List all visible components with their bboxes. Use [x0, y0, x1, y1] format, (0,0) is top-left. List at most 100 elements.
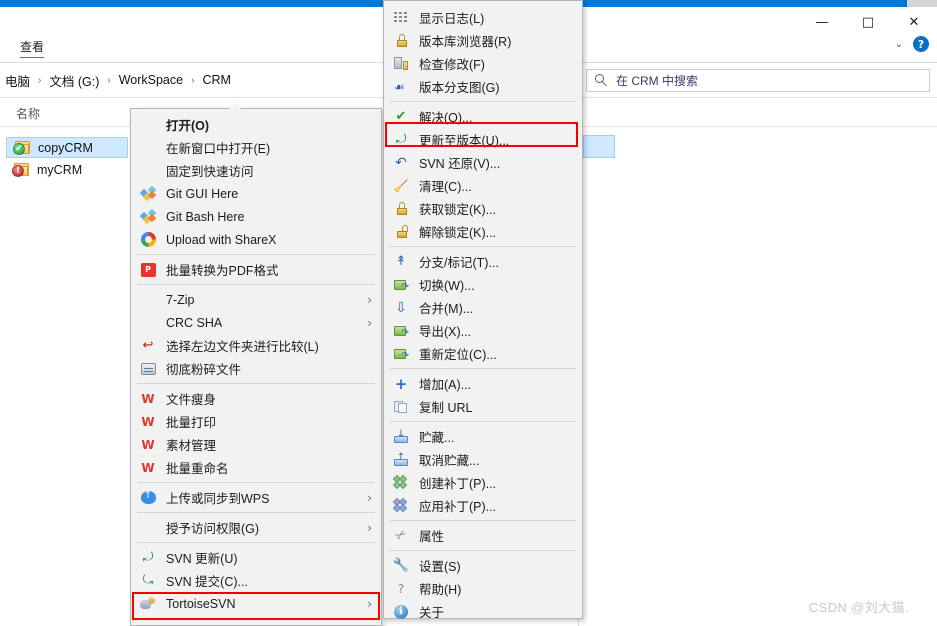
- menu-separator: [390, 520, 576, 521]
- no-icon: [139, 315, 157, 331]
- wps-icon: W: [141, 414, 155, 429]
- submenu-item-update-to-revision[interactable]: ⤾ 更新至版本(U)...: [384, 128, 582, 151]
- menu-item-label: 彻底粉碎文件: [166, 363, 242, 377]
- submenu-item-apply-patch[interactable]: 应用补丁(P)...: [384, 494, 582, 517]
- pdf-icon: P: [139, 262, 157, 278]
- menu-item-select-left-folder-compare[interactable]: ↩ 选择左边文件夹进行比较(L): [131, 334, 381, 357]
- repo-browser-icon: [392, 33, 410, 49]
- menu-item-file-slim[interactable]: W 文件瘦身: [131, 387, 381, 410]
- breadcrumb-item-2[interactable]: WorkSpace: [114, 73, 188, 87]
- submenu-item-about[interactable]: i 关于: [384, 600, 582, 623]
- branch-tag-icon: ↟: [395, 254, 407, 269]
- submenu-item-help[interactable]: ? 帮助(H): [384, 577, 582, 600]
- submenu-item-release-lock[interactable]: 解除锁定(K)...: [384, 220, 582, 243]
- tortoisesvn-submenu: 显示日志(L) 版本库浏览器(R) 检查修改(F) ☙ 版本分支图(G) ✔ 解…: [383, 0, 583, 620]
- submenu-item-branch-tag[interactable]: ↟ 分支/标记(T)...: [384, 250, 582, 273]
- about-icon: i: [392, 604, 410, 620]
- submenu-item-create-patch[interactable]: 创建补丁(P)...: [384, 471, 582, 494]
- menu-item-convert-to-pdf[interactable]: P 批量转换为PDF格式: [131, 258, 381, 281]
- submenu-item-cleanup[interactable]: 🧹 清理(C)...: [384, 174, 582, 197]
- menu-item-label: 切换(W)...: [419, 279, 475, 293]
- no-icon: [139, 140, 157, 156]
- add-icon: +: [394, 374, 408, 393]
- wps-icon: W: [141, 437, 155, 452]
- menu-item-svn-commit[interactable]: ⤿ SVN 提交(C)...: [131, 569, 381, 592]
- git-icon: [139, 185, 157, 202]
- submenu-item-repo-browser[interactable]: 版本库浏览器(R): [384, 29, 582, 52]
- menu-item-label: 清理(C)...: [419, 180, 472, 194]
- submenu-item-revision-graph[interactable]: ☙ 版本分支图(G): [384, 75, 582, 98]
- submenu-item-add[interactable]: + 增加(A)...: [384, 372, 582, 395]
- menu-item-batch-print[interactable]: W 批量打印: [131, 410, 381, 433]
- svn-status-ok-icon: ✔: [13, 142, 25, 155]
- breadcrumb: 电脑 › 文档 (G:) › WorkSpace › CRM: [0, 63, 236, 97]
- menu-item-label: 增加(A)...: [419, 378, 472, 392]
- no-icon: [139, 292, 157, 308]
- menu-item-label: 属性: [419, 530, 445, 544]
- menu-item-label: 复制 URL: [419, 401, 473, 415]
- menu-item-grant-access[interactable]: 授予访问权限(G) ›: [131, 516, 381, 539]
- breadcrumb-item-1[interactable]: 文档 (G:): [44, 71, 104, 90]
- menu-item-label: 在新窗口中打开(E): [166, 142, 271, 156]
- search-input[interactable]: 在 CRM 中搜索: [586, 69, 930, 92]
- submenu-item-copy-url[interactable]: 复制 URL: [384, 395, 582, 418]
- chevron-down-icon[interactable]: ⌄: [895, 39, 903, 50]
- list-item[interactable]: ! myCRM: [6, 159, 128, 180]
- menu-separator: [390, 421, 576, 422]
- submenu-item-svn-revert[interactable]: ↶ SVN 还原(V)...: [384, 151, 582, 174]
- menu-item-material-manage[interactable]: W 素材管理: [131, 433, 381, 456]
- menu-item-tortoisesvn[interactable]: TortoiseSVN ›: [131, 592, 381, 615]
- tab-view-label: 查看: [20, 40, 45, 54]
- breadcrumb-item-3[interactable]: CRM: [197, 73, 235, 87]
- menu-item-open-new-window[interactable]: 在新窗口中打开(E): [131, 136, 381, 159]
- menu-item-git-bash-here[interactable]: Git Bash Here: [131, 205, 381, 228]
- menu-item-shred-file[interactable]: 彻底粉碎文件: [131, 357, 381, 380]
- menu-item-upload-with-sharex[interactable]: Upload with ShareX: [131, 228, 381, 251]
- explorer-window: — □ ✕ 查看 ⌄ ? 电脑 › 文档 (G:) › WorkSpace › …: [0, 0, 937, 626]
- search-icon: [595, 74, 608, 87]
- breadcrumb-item-0[interactable]: 电脑: [0, 71, 35, 90]
- menu-item-open[interactable]: 打开(O): [131, 113, 381, 136]
- menu-item-batch-rename[interactable]: W 批量重命名: [131, 456, 381, 479]
- menu-item-crc-sha[interactable]: CRC SHA ›: [131, 311, 381, 334]
- menu-item-label: 导出(X)...: [419, 325, 472, 339]
- watermark: CSDN @刘大猫.: [808, 600, 909, 615]
- menu-item-label: CRC SHA: [166, 315, 223, 330]
- menu-separator: [137, 482, 375, 483]
- menu-item-7zip[interactable]: 7-Zip ›: [131, 288, 381, 311]
- submenu-item-show-log[interactable]: 显示日志(L): [384, 6, 582, 29]
- breadcrumb-sep-0: ›: [38, 74, 42, 86]
- menu-item-label: Git Bash Here: [166, 209, 245, 224]
- menu-item-label: 打开(O): [166, 119, 210, 133]
- menu-item-svn-update[interactable]: ⤾ SVN 更新(U): [131, 546, 381, 569]
- submenu-item-unstash[interactable]: ↑ 取消贮藏...: [384, 448, 582, 471]
- menu-item-git-gui-here[interactable]: Git GUI Here: [131, 182, 381, 205]
- menu-item-label: 批量转换为PDF格式: [166, 264, 279, 278]
- switch-icon: ↷: [392, 277, 410, 293]
- submenu-item-relocate[interactable]: ↷ 重新定位(C)...: [384, 342, 582, 365]
- submenu-item-settings[interactable]: 🔧 设置(S): [384, 554, 582, 577]
- menu-item-label: 批量重命名: [166, 462, 229, 476]
- menu-item-label: 版本分支图(G): [419, 81, 500, 95]
- menu-item-label: 应用补丁(P)...: [419, 500, 497, 514]
- menu-item-pin-quick-access[interactable]: 固定到快速访问: [131, 159, 381, 182]
- help-icon[interactable]: ?: [913, 36, 929, 52]
- submenu-item-export[interactable]: ↷ 导出(X)...: [384, 319, 582, 342]
- tab-view[interactable]: 查看: [16, 36, 48, 58]
- submenu-item-stash[interactable]: ↓ 贮藏...: [384, 425, 582, 448]
- submenu-item-get-lock[interactable]: 获取锁定(K)...: [384, 197, 582, 220]
- submenu-item-merge[interactable]: ⇩ 合并(M)...: [384, 296, 582, 319]
- stash-icon: ↓: [392, 429, 410, 445]
- chevron-right-icon: ›: [367, 292, 372, 307]
- menu-separator: [137, 542, 375, 543]
- menu-item-label: 上传或同步到WPS: [166, 492, 270, 506]
- column-header-name[interactable]: 名称: [16, 105, 40, 122]
- submenu-item-properties[interactable]: ✂ 属性: [384, 524, 582, 547]
- submenu-item-resolve[interactable]: ✔ 解决(O)...: [384, 105, 582, 128]
- submenu-item-check-modifications[interactable]: 检查修改(F): [384, 52, 582, 75]
- submenu-item-switch[interactable]: ↷ 切换(W)...: [384, 273, 582, 296]
- menu-item-upload-sync-wps[interactable]: 上传或同步到WPS ›: [131, 486, 381, 509]
- list-item[interactable]: ✔ copyCRM: [6, 137, 128, 158]
- menu-item-label: 批量打印: [166, 416, 217, 430]
- revision-graph-icon: ☙: [394, 80, 405, 94]
